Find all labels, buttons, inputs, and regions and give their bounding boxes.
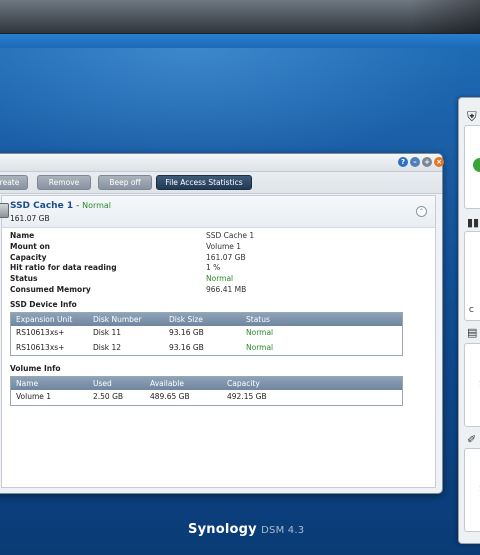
cache-header[interactable]: SSD Cache 1 - Normal 161.07 GB ⌃: [0, 196, 435, 228]
brand-version: DSM 4.3: [261, 525, 305, 536]
desktop-background: [0, 48, 480, 168]
property-row: Capacity 161.07 GB: [10, 253, 410, 264]
cache-status: Normal: [82, 201, 112, 210]
property-row: Consumed Memory 966.41 MB: [10, 285, 410, 296]
table-cell: Normal: [246, 328, 274, 337]
table-cell: RS10613xs+: [16, 328, 65, 337]
table-cell: Disk 12: [93, 342, 122, 352]
table-row[interactable]: Volume 1 2.50 GB 489.65 GB 492.15 GB: [11, 390, 402, 405]
table-header: Name Used Available Capacity: [11, 377, 402, 390]
window-titlebar[interactable]: ? – + ×: [0, 154, 444, 172]
volume-table: Name Used Available Capacity Volume 1 2.…: [10, 376, 403, 406]
ssd-disk-icon: [0, 203, 9, 218]
remove-button[interactable]: Remove: [37, 175, 91, 190]
cache-size: 161.07 GB: [10, 214, 50, 223]
property-row: Status Normal: [10, 274, 410, 285]
ssd-device-table: Expansion Unit Disk Number Disk Size Sta…: [10, 312, 403, 356]
desktop-top-band: [0, 34, 480, 48]
column-header[interactable]: Status: [246, 315, 270, 324]
table-cell: 93.16 GB: [169, 342, 204, 352]
table-cell: 2.50 GB: [93, 392, 124, 401]
create-button[interactable]: reate: [0, 175, 28, 190]
table-cell: 492.15 GB: [227, 392, 267, 401]
minimize-icon[interactable]: –: [410, 157, 420, 167]
ssd-device-info-title: SSD Device Info: [10, 300, 77, 309]
taskbar: [0, 0, 480, 34]
property-value: 1 %: [206, 263, 221, 273]
column-header[interactable]: Used: [93, 379, 112, 388]
volume-info-title: Volume Info: [10, 364, 61, 373]
maximize-icon[interactable]: +: [422, 157, 432, 167]
property-value: Normal: [206, 274, 234, 284]
property-row: Mount on Volume 1: [10, 242, 410, 253]
column-header[interactable]: Capacity: [227, 379, 260, 388]
table-cell: 93.16 GB: [169, 328, 204, 337]
column-header[interactable]: Available: [150, 379, 184, 388]
cache-detail-panel: SSD Cache 1 - Normal 161.07 GB ⌃ Name SSD…: [0, 195, 436, 488]
close-icon[interactable]: ×: [434, 157, 444, 167]
column-header[interactable]: Disk Number: [93, 315, 142, 324]
property-row: Hit ratio for data reading 1 %: [10, 263, 410, 274]
property-label: Status: [10, 274, 38, 284]
toolbar: reate Remove Beep off File Access Statis…: [0, 172, 442, 194]
property-value: SSD Cache 1: [206, 231, 255, 240]
property-value: 966.41 MB: [206, 284, 247, 294]
widget-panel[interactable]: ⛨ ▮▮ C ▤ 1 ✐ 1: [458, 97, 480, 544]
synology-dsm-logo: Synology DSM 4.3: [188, 522, 304, 537]
file-access-statistics-button[interactable]: File Access Statistics: [156, 175, 252, 190]
property-label: Mount on: [10, 241, 50, 251]
collapse-icon[interactable]: ⌃: [416, 206, 427, 217]
property-row: Name SSD Cache 1: [10, 231, 410, 242]
property-label: Consumed Memory: [10, 284, 91, 294]
bar-chart-icon[interactable]: ▮▮: [467, 216, 479, 229]
table-cell: Volume 1: [16, 392, 52, 401]
table-cell: Normal: [246, 342, 274, 352]
cache-properties: Name SSD Cache 1 Mount on Volume 1 Capacit…: [10, 231, 410, 296]
log-icon[interactable]: ▤: [467, 326, 477, 339]
property-label: Hit ratio for data reading: [10, 263, 117, 273]
column-header[interactable]: Disk Size: [169, 315, 203, 324]
beep-off-button[interactable]: Beep off: [98, 175, 152, 190]
widget-resource-monitor: C: [464, 231, 480, 321]
storage-manager-window: ? – + × reate Remove Beep off File Acces…: [0, 153, 444, 494]
table-header: Expansion Unit Disk Number Disk Size Sta…: [11, 313, 402, 326]
widget-scheduled: 1: [464, 448, 480, 532]
table-row[interactable]: RS10613xs+ Disk 12 93.16 GB Normal: [11, 341, 402, 356]
widget-resource-text: C: [469, 306, 474, 314]
cache-separator: -: [73, 201, 83, 211]
widget-health: [464, 125, 480, 209]
table-row[interactable]: RS10613xs+ Disk 11 93.16 GB Normal: [11, 326, 402, 341]
cache-title: SSD Cache 1 - Normal: [10, 201, 111, 211]
property-value: Volume 1: [206, 241, 242, 251]
column-header[interactable]: Expansion Unit: [16, 315, 72, 324]
brand-logo: Synology: [188, 522, 257, 537]
taskbar-shade: [410, 0, 480, 33]
property-label: Name: [10, 231, 35, 240]
cache-name: SSD Cache 1: [10, 201, 74, 211]
property-label: Capacity: [10, 252, 47, 262]
property-value: 161.07 GB: [206, 252, 246, 262]
wrench-icon[interactable]: ✐: [467, 433, 476, 446]
column-header[interactable]: Name: [16, 379, 38, 388]
status-ok-icon: [473, 158, 480, 172]
help-icon[interactable]: ?: [398, 157, 408, 167]
table-cell: Disk 11: [93, 328, 122, 337]
shield-icon[interactable]: ⛨: [467, 110, 477, 125]
table-cell: RS10613xs+: [16, 342, 65, 352]
table-cell: 489.65 GB: [150, 392, 190, 401]
widget-system-log: 1: [464, 343, 480, 427]
